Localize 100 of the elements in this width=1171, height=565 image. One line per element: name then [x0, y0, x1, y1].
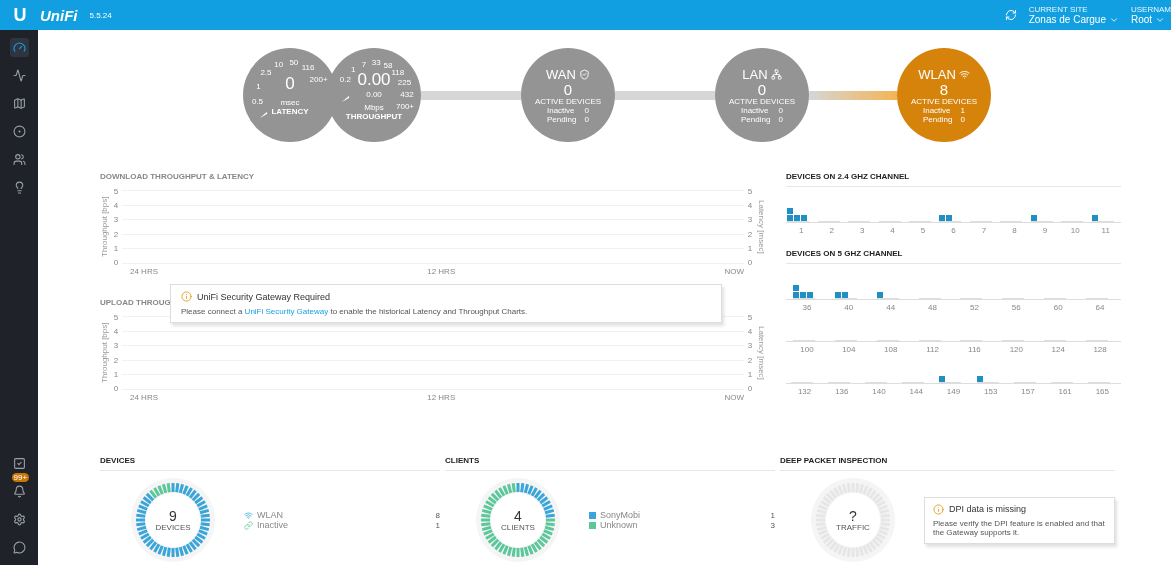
- device-marker[interactable]: [787, 215, 794, 221]
- device-marker[interactable]: [792, 285, 799, 291]
- device-marker[interactable]: [876, 292, 883, 298]
- device-marker[interactable]: [1030, 215, 1037, 221]
- user-menu[interactable]: Root: [1131, 14, 1171, 25]
- device-marker[interactable]: [939, 376, 946, 382]
- info-icon: [933, 503, 944, 515]
- axis-tick: 12 HRS: [427, 393, 456, 402]
- channel-label: 120: [1009, 344, 1023, 354]
- donut-caption: TRAFFIC: [836, 522, 870, 532]
- network-status-circle[interactable]: WLAN 8 ACTIVE DEVICES Inactive 1 Pending 0: [897, 48, 991, 142]
- channel-label: 116: [968, 344, 981, 354]
- alert-count: 99+: [11, 473, 30, 482]
- axis-tick: 3: [747, 341, 753, 351]
- axis-tick: 24 HRS: [130, 393, 158, 402]
- axis-tick: 2: [113, 355, 119, 365]
- gauge-tick-label: 432: [400, 89, 414, 99]
- refresh-icon[interactable]: [1004, 9, 1017, 21]
- axis-tick: 4: [113, 327, 119, 337]
- chart-title: DOWNLOAD THROUGHPUT & LATENCY: [100, 172, 255, 181]
- bell-icon: [12, 485, 26, 498]
- chat-icon: [12, 541, 26, 554]
- axis-tick: 2: [747, 229, 753, 239]
- device-marker[interactable]: [946, 215, 953, 221]
- wifi-icon: [244, 510, 253, 520]
- legend-value: 3: [770, 520, 775, 530]
- gateway-link[interactable]: UniFi Security Gateway: [244, 307, 329, 316]
- axis-tick: 1: [747, 369, 753, 379]
- settings-icon: [12, 513, 26, 526]
- network-title: WAN: [546, 66, 590, 82]
- axis-tick: 1: [113, 243, 119, 253]
- donut-caption: CLIENTS: [501, 522, 535, 532]
- stat-label: Inactive: [547, 105, 576, 115]
- channel-label: 157: [1021, 386, 1035, 396]
- axis-tick: 3: [113, 215, 119, 225]
- axis-tick: 2: [747, 355, 753, 365]
- device-marker[interactable]: [787, 208, 794, 214]
- gauge-tick-label: 58: [383, 60, 393, 70]
- device-marker[interactable]: [792, 292, 799, 298]
- gauge-unit: Mbps: [364, 102, 384, 112]
- device-marker[interactable]: [801, 215, 808, 221]
- section-title: DEEP PACKET INSPECTION: [780, 456, 1115, 471]
- channel-label: 100: [800, 344, 814, 354]
- channel-label: 52: [970, 302, 979, 312]
- device-marker[interactable]: [799, 292, 806, 298]
- stat-value: 0: [959, 114, 965, 124]
- axis-tick: NOW: [724, 393, 744, 402]
- axis-tick: 0: [113, 383, 119, 393]
- channel-label: 112: [926, 344, 939, 354]
- gauge-tick-label: 50: [289, 57, 299, 67]
- axis-tick: 0: [113, 257, 119, 267]
- device-marker[interactable]: [794, 215, 801, 221]
- shield-icon: [578, 68, 590, 80]
- checkbox-icon: [12, 457, 26, 470]
- channel-label: 165: [1095, 386, 1110, 396]
- gauge-tick-label: 700+: [396, 101, 414, 111]
- device-marker[interactable]: [834, 292, 841, 298]
- device-marker[interactable]: [841, 292, 848, 298]
- axis-label: Throughput [bps]: [100, 195, 110, 260]
- device-marker[interactable]: [976, 376, 983, 382]
- device-marker[interactable]: [1091, 215, 1098, 221]
- needle-icon: [259, 110, 268, 119]
- gauge-value: 0.00: [357, 69, 391, 90]
- axis-tick: 0: [747, 257, 753, 267]
- axis-tick: 3: [747, 215, 753, 225]
- gauge-tick-label: 0.5: [251, 96, 264, 106]
- gauge-tick-label: 10: [274, 59, 284, 69]
- channel-label: 136: [835, 386, 849, 396]
- legend-value: 8: [435, 510, 440, 520]
- site-selector[interactable]: Zonas de Cargue: [1028, 14, 1119, 25]
- channel-label: 124: [1051, 344, 1065, 354]
- device-marker[interactable]: [806, 292, 813, 298]
- gauge-tick-label: 1: [351, 64, 356, 74]
- legend-label: WLAN: [257, 510, 284, 520]
- channel-label: 7: [981, 225, 987, 235]
- gauge-label: LATENCY: [271, 107, 309, 116]
- stat-value: 0: [777, 105, 783, 115]
- axis-tick: 24 HRS: [130, 267, 158, 276]
- legend-value: 1: [435, 520, 440, 530]
- channel-label: 132: [797, 386, 812, 396]
- logo[interactable]: U: [0, 4, 40, 26]
- section-title: DEVICES ON 2.4 GHZ CHANNEL: [786, 172, 1121, 187]
- link-icon: [244, 520, 253, 530]
- channel-label: 161: [1058, 386, 1072, 396]
- user-caption: USERNAM: [1131, 5, 1171, 14]
- network-status-circle[interactable]: WAN 0 ACTIVE DEVICES Inactive 0 Pending 0: [521, 48, 615, 142]
- network-status-circle[interactable]: LAN 0 ACTIVE DEVICES Inactive 0 Pending 0: [715, 48, 809, 142]
- notice-title: DPI data is missing: [949, 504, 1027, 514]
- brand-name: UniFi: [40, 6, 78, 24]
- device-marker[interactable]: [939, 215, 946, 221]
- channel-label: 56: [1011, 302, 1021, 312]
- people-icon: [12, 153, 26, 166]
- channel-label: 153: [984, 386, 998, 396]
- sidebar-item[interactable]: [9, 38, 29, 57]
- network-title: WLAN: [918, 66, 970, 82]
- network-icon: [770, 68, 782, 80]
- section-title: DEVICES ON 5 GHZ CHANNEL: [786, 249, 1121, 264]
- gauge-tick-label: 1: [256, 81, 261, 91]
- axis-label: Latency [msec]: [756, 325, 766, 382]
- gauge-tick-label: 200+: [309, 74, 328, 83]
